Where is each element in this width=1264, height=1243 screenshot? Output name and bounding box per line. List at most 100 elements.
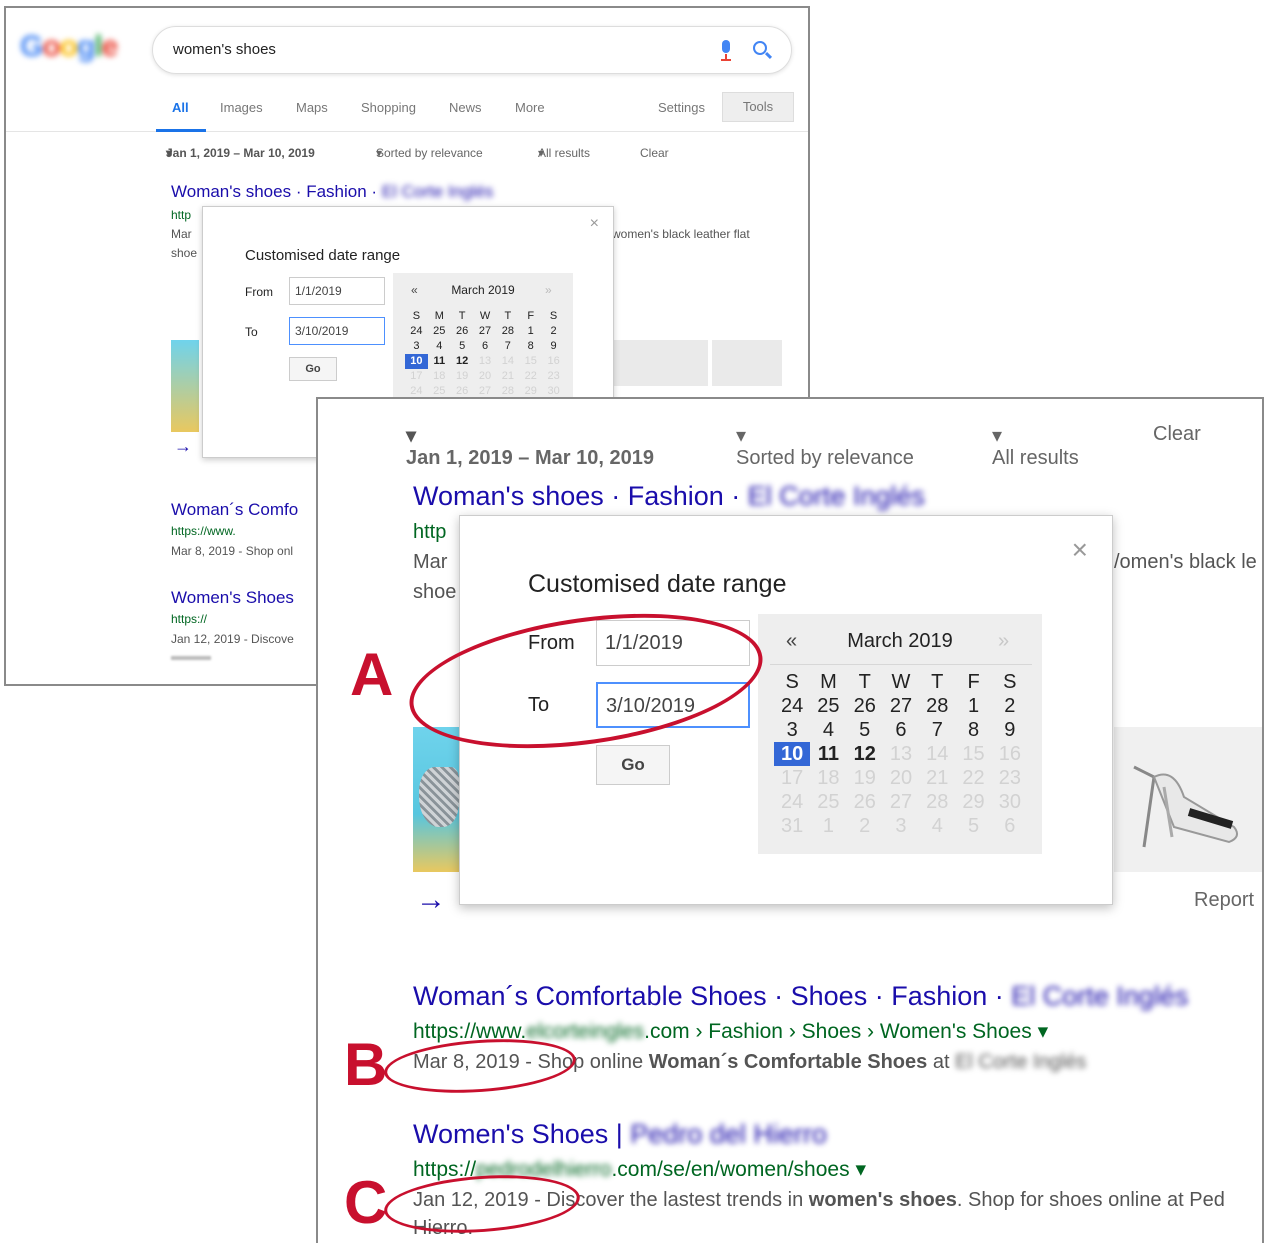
calendar-weekday: T	[504, 310, 512, 322]
calendar-day[interactable]: 26	[847, 694, 883, 718]
result-title-text: Woman´s Comfortable Shoes · Shoes · Fash…	[413, 981, 1012, 1011]
google-logo[interactable]: Google	[20, 30, 128, 70]
calendar-day: 4	[931, 815, 943, 837]
calendar-day[interactable]: 7	[496, 339, 519, 354]
shoe-thumbnail[interactable]	[413, 727, 461, 872]
calendar-day[interactable]: 6	[474, 339, 497, 354]
calendar-day[interactable]: 7	[919, 718, 955, 742]
calendar-day[interactable]: 25	[428, 324, 451, 339]
date-range-filter[interactable]: Jan 1, 2019 – Mar 10, 2019 ▾	[406, 423, 654, 469]
calendar-day[interactable]: 8	[519, 339, 542, 354]
close-icon[interactable]: ×	[1072, 534, 1088, 566]
heel-shoe-thumbnail[interactable]	[1114, 727, 1262, 872]
arrow-right-icon[interactable]: →	[174, 436, 192, 457]
calendar-day[interactable]: 10	[774, 742, 811, 766]
chevron-down-icon[interactable]: ▾	[1038, 1020, 1049, 1043]
results-filter[interactable]: All results ▾	[538, 146, 590, 160]
sort-filter[interactable]: Sorted by relevance ▾	[376, 146, 483, 160]
go-button[interactable]: Go	[289, 357, 337, 381]
calendar-next-button[interactable]: »	[545, 283, 552, 297]
report-link[interactable]: Report	[1194, 889, 1254, 912]
calendar-day[interactable]: 24	[405, 324, 428, 339]
calendar-day[interactable]: 26	[451, 324, 474, 339]
search-query[interactable]: women's shoes	[173, 41, 276, 58]
calendar-day[interactable]: 1	[519, 324, 542, 339]
image-thumbnail[interactable]	[712, 340, 782, 386]
calendar-day[interactable]: 28	[919, 694, 955, 718]
result-title[interactable]: Woman´s Comfo	[171, 500, 298, 520]
result-source-blurred: Pedro del Hierro	[630, 1119, 827, 1149]
tab-more[interactable]: More	[515, 100, 545, 115]
go-button[interactable]: Go	[596, 745, 670, 785]
active-tab-indicator	[156, 129, 206, 132]
clear-link[interactable]: Clear	[640, 146, 669, 160]
arrow-right-icon[interactable]: →	[416, 883, 446, 917]
date-range-filter[interactable]: Jan 1, 2019 – Mar 10, 2019 ▾	[166, 146, 315, 160]
calendar-day: 20	[889, 767, 913, 789]
result-url[interactable]: https://www.	[171, 524, 236, 538]
clear-link[interactable]: Clear	[1153, 423, 1201, 446]
calendar-day[interactable]: 4	[428, 339, 451, 354]
calendar-day: 21	[926, 767, 949, 789]
result-title[interactable]: Women's Shoes	[171, 588, 294, 608]
tab-maps[interactable]: Maps	[296, 100, 328, 115]
calendar-day[interactable]: 8	[955, 718, 991, 742]
tools-button[interactable]: Tools	[722, 92, 794, 122]
calendar-day[interactable]: 11	[810, 742, 846, 766]
calendar-day: 14	[926, 743, 949, 765]
from-date-input[interactable]: 1/1/2019	[289, 277, 385, 305]
result-title[interactable]: Women's Shoes | Pedro del Hierro	[413, 1119, 827, 1150]
tab-all[interactable]: All	[172, 100, 189, 115]
calendar-divider	[770, 664, 1032, 665]
microphone-icon[interactable]	[719, 40, 733, 62]
calendar-day[interactable]: 3	[405, 339, 428, 354]
calendar-day[interactable]: 9	[542, 339, 565, 354]
chevron-down-icon[interactable]: ▾	[855, 1158, 866, 1181]
calendar-next-button[interactable]: »	[998, 630, 1009, 653]
search-icon[interactable]	[753, 41, 773, 61]
calendar-day[interactable]: 24	[774, 694, 810, 718]
result-title[interactable]: Woman's shoes · Fashion · El Corte Inglé…	[171, 182, 493, 202]
results-filter[interactable]: All results ▾	[992, 423, 1079, 469]
calendar-day[interactable]: 2	[542, 324, 565, 339]
image-thumbnail[interactable]	[612, 340, 708, 386]
result-url-fragment[interactable]: http	[171, 208, 191, 222]
sort-filter[interactable]: Sorted by relevance ▾	[736, 423, 914, 469]
calendar-day[interactable]: 9	[992, 718, 1028, 742]
calendar-day: 18	[817, 767, 840, 789]
calendar-day[interactable]: 5	[451, 339, 474, 354]
settings-link[interactable]: Settings	[658, 100, 705, 115]
calendar-day[interactable]: 11	[428, 354, 451, 369]
calendar-day[interactable]: 4	[810, 718, 846, 742]
result-url[interactable]: https://	[171, 612, 207, 626]
calendar-day[interactable]: 5	[847, 718, 883, 742]
results-label: All results	[538, 146, 591, 160]
calendar-weekday-row: SMTWTFS	[774, 670, 1028, 694]
annotation-label-c: C	[344, 1169, 388, 1236]
result-title[interactable]: Woman´s Comfortable Shoes · Shoes · Fash…	[413, 981, 1188, 1012]
close-icon[interactable]: ×	[590, 215, 599, 233]
snippet-highlight: women's shoes	[808, 1189, 957, 1211]
calendar-day[interactable]: 27	[883, 694, 919, 718]
calendar-day[interactable]: 1	[955, 694, 991, 718]
tab-news[interactable]: News	[449, 100, 482, 115]
calendar-day: 23	[547, 370, 560, 382]
calendar-day: 24	[781, 791, 804, 813]
calendar-day[interactable]: 25	[810, 694, 846, 718]
calendar-day[interactable]: 3	[774, 718, 810, 742]
calendar-day[interactable]: 27	[474, 324, 497, 339]
result-title[interactable]: Woman's shoes · Fashion · El Corte Inglé…	[413, 481, 925, 512]
calendar-day[interactable]: 28	[496, 324, 519, 339]
calendar-day[interactable]: 10	[405, 354, 428, 369]
tab-images[interactable]: Images	[220, 100, 263, 115]
to-date-input[interactable]: 3/10/2019	[289, 317, 385, 345]
tab-shopping[interactable]: Shopping	[361, 100, 416, 115]
shoe-thumbnail[interactable]	[171, 340, 199, 432]
calendar-day[interactable]: 2	[992, 694, 1028, 718]
calendar-day[interactable]: 6	[883, 718, 919, 742]
result-title-text: Woman's shoes · Fashion ·	[171, 182, 382, 201]
search-box[interactable]: women's shoes	[152, 26, 792, 74]
calendar-day[interactable]: 12	[847, 742, 883, 766]
calendar-day[interactable]: 12	[451, 354, 474, 369]
result-url-fragment[interactable]: http	[413, 521, 446, 544]
